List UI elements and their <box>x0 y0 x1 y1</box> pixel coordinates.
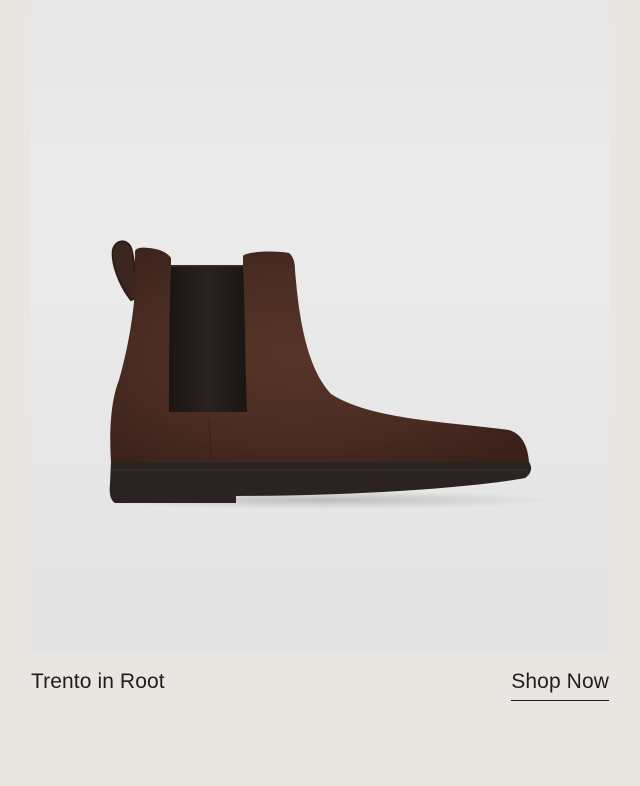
chelsea-boot-image <box>93 240 553 509</box>
product-card: Trento in Root Shop Now <box>0 0 640 786</box>
product-image[interactable] <box>31 0 609 652</box>
product-caption: Trento in Root <box>31 670 165 693</box>
boot-elastic-gore <box>169 266 247 412</box>
shop-now-link[interactable]: Shop Now <box>511 670 609 701</box>
